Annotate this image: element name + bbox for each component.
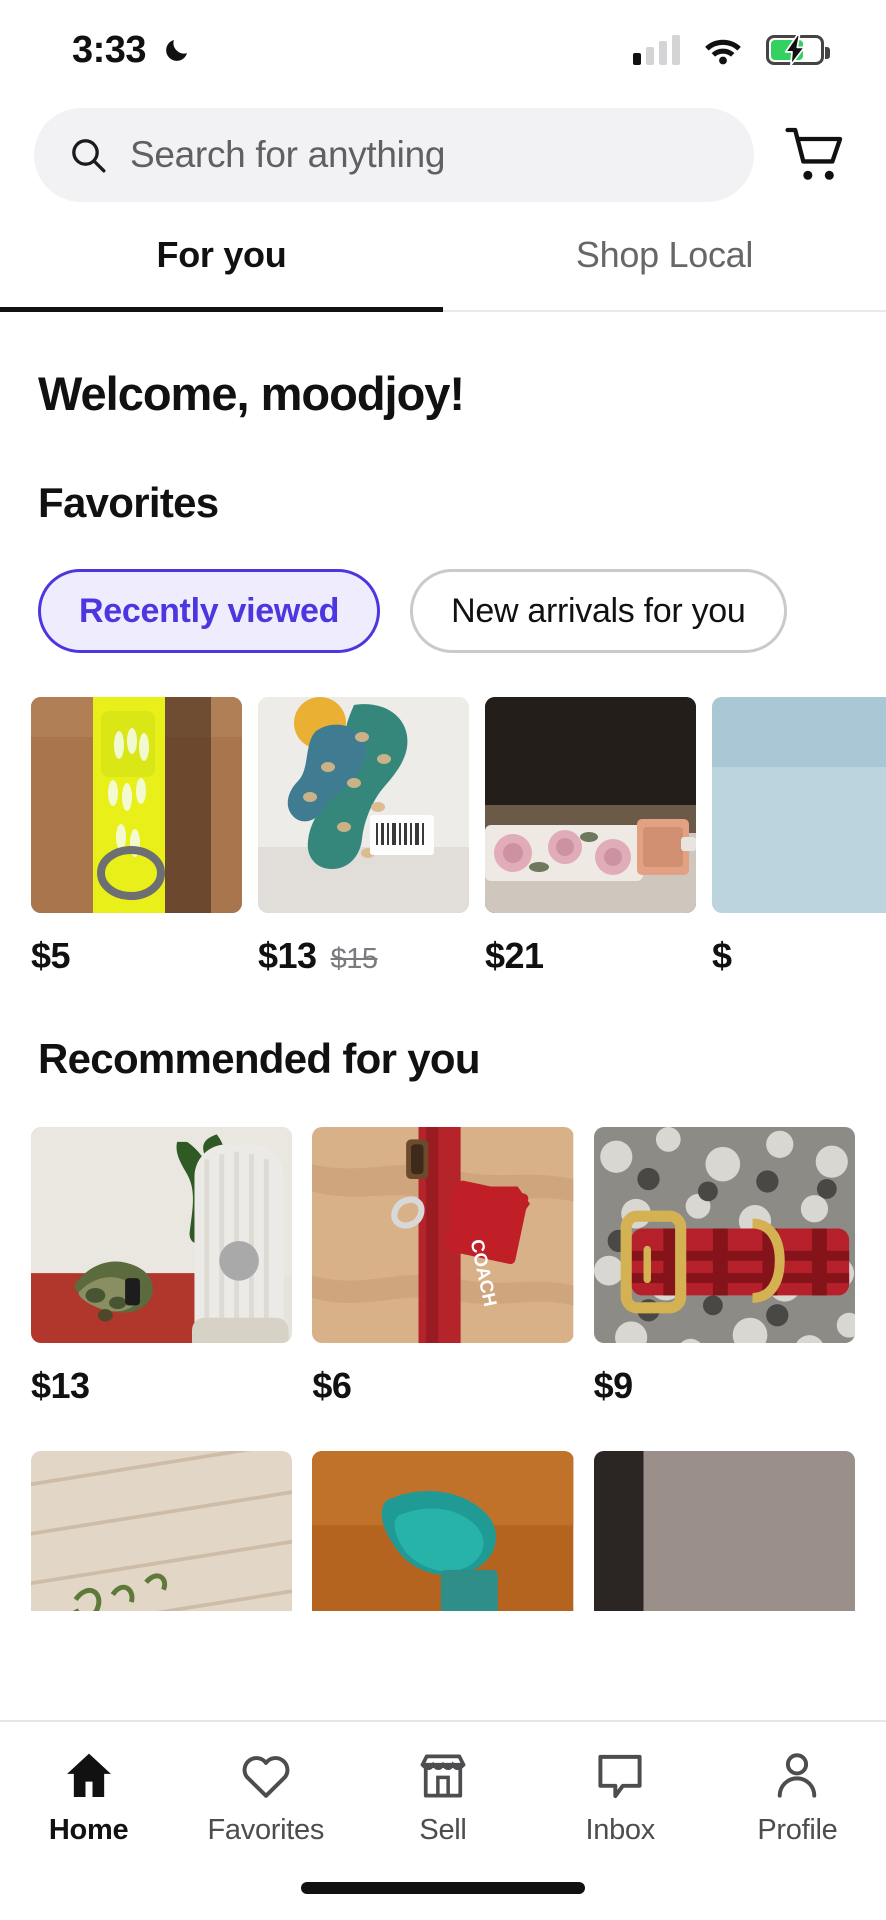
product-price-row: $: [712, 935, 886, 977]
tab-list: For you Shop Local: [0, 234, 886, 312]
tab-shop-local[interactable]: Shop Local: [443, 234, 886, 310]
battery-charging-icon: [766, 35, 830, 65]
product-card[interactable]: $21: [485, 697, 696, 977]
nav-label-home: Home: [48, 1814, 129, 1846]
product-photo-plaid-collar: [593, 1127, 855, 1343]
product-price: $5: [31, 935, 71, 976]
product-photo-yellow-collar: [31, 697, 242, 913]
cellular-signal-icon: [633, 35, 680, 65]
product-photo-teal-harness: [258, 697, 469, 913]
nav-label-inbox: Inbox: [585, 1814, 655, 1846]
nav-item-sell[interactable]: Sell: [354, 1748, 531, 1847]
nav-item-home[interactable]: Home: [0, 1748, 177, 1847]
home-icon: [66, 1753, 111, 1797]
product-price-row: $5: [31, 935, 242, 977]
product-image: [593, 1127, 855, 1343]
product-price: $6: [312, 1365, 352, 1406]
search-placeholder: Search for anything: [130, 134, 446, 175]
active-tab-indicator: [0, 307, 443, 312]
status-bar-clock: 3:33: [72, 28, 147, 71]
product-card[interactable]: $5: [31, 697, 242, 977]
product-photo-floral-collar: [485, 697, 696, 913]
shopping-cart-icon: [785, 127, 843, 180]
home-indicator: [301, 1882, 585, 1894]
store-icon: [420, 1754, 466, 1798]
product-image: [31, 697, 242, 913]
favorites-filter-chips: Recently viewed New arrivals for you: [0, 527, 886, 653]
product-card[interactable]: $9: [593, 1127, 855, 1407]
tab-bar: For you Shop Local: [0, 234, 886, 312]
charging-bolt-icon: [784, 35, 806, 65]
favorites-section-title: Favorites: [38, 479, 219, 526]
favorites-carousel[interactable]: $5 $13 $15 $21 $: [0, 697, 886, 977]
product-image[interactable]: [31, 1451, 293, 1611]
nav-item-inbox[interactable]: Inbox: [532, 1748, 709, 1847]
product-card[interactable]: COACH $6: [312, 1127, 574, 1407]
product-photo-grey-item: [593, 1451, 855, 1611]
product-photo-partial: [712, 697, 886, 913]
recommended-grid-row-partial: [0, 1451, 886, 1611]
recommended-grid-row: $13 COACH $6 $9: [0, 1127, 886, 1407]
product-card[interactable]: $13 $15: [258, 697, 469, 977]
inbox-icon: [598, 1754, 642, 1799]
product-price: $9: [593, 1365, 634, 1406]
chip-recently-viewed[interactable]: Recently viewed: [38, 569, 381, 653]
product-photo-teal-leather: [312, 1451, 574, 1611]
product-price: $: [712, 935, 732, 976]
heart-icon: [242, 1756, 290, 1798]
product-photo-camo-collar: [31, 1127, 293, 1343]
nav-label-favorites: Favorites: [207, 1814, 325, 1846]
product-image[interactable]: [312, 1451, 574, 1611]
status-bar: 3:33: [0, 0, 886, 100]
nav-label-sell: Sell: [419, 1814, 467, 1846]
product-image: COACH: [312, 1127, 574, 1343]
search-input[interactable]: Search for anything: [34, 108, 754, 202]
search-icon: [72, 139, 106, 173]
status-bar-right: [633, 34, 830, 66]
status-bar-left: 3:33: [72, 29, 192, 72]
product-card[interactable]: $13: [31, 1127, 293, 1407]
search-row: Search for anything: [0, 100, 886, 210]
product-photo-wood-sign: [31, 1451, 293, 1611]
product-card[interactable]: $: [712, 697, 886, 977]
person-icon: [778, 1753, 817, 1798]
product-photo-red-coach-collar: COACH: [312, 1127, 574, 1343]
product-image: [712, 697, 886, 913]
product-image: [258, 697, 469, 913]
main-content: Welcome, moodjoy! Favorites Recently vie…: [0, 312, 886, 1611]
product-price-row: $9: [594, 1365, 855, 1407]
wifi-icon: [705, 39, 741, 65]
product-image[interactable]: [593, 1451, 855, 1611]
bottom-navigation: Home Favorites Sell Inbox Profile: [0, 1720, 886, 1920]
nav-item-favorites[interactable]: Favorites: [177, 1748, 354, 1847]
welcome-heading: Welcome, moodjoy!: [38, 367, 465, 420]
nav-item-profile[interactable]: Profile: [709, 1748, 886, 1847]
product-price-row: $6: [312, 1365, 573, 1407]
product-image: [31, 1127, 293, 1343]
crescent-moon-icon: [166, 40, 188, 61]
nav-label-profile: Profile: [757, 1814, 838, 1846]
product-price: $13: [258, 935, 317, 976]
recommended-section-title: Recommended for you: [38, 1035, 480, 1082]
cart-button[interactable]: [778, 118, 852, 192]
product-price-row: $13 $15: [258, 935, 469, 977]
product-image: [485, 697, 696, 913]
product-price-row: $13: [31, 1365, 292, 1407]
product-original-price: $15: [330, 943, 378, 975]
app-screen: 3:33 Search for anything For you Shop Lo…: [0, 0, 886, 1920]
product-price-row: $21: [485, 935, 696, 977]
product-price: $21: [485, 935, 544, 976]
product-price: $13: [31, 1365, 90, 1406]
chip-new-arrivals[interactable]: New arrivals for you: [410, 569, 787, 653]
tab-for-you[interactable]: For you: [0, 234, 443, 310]
